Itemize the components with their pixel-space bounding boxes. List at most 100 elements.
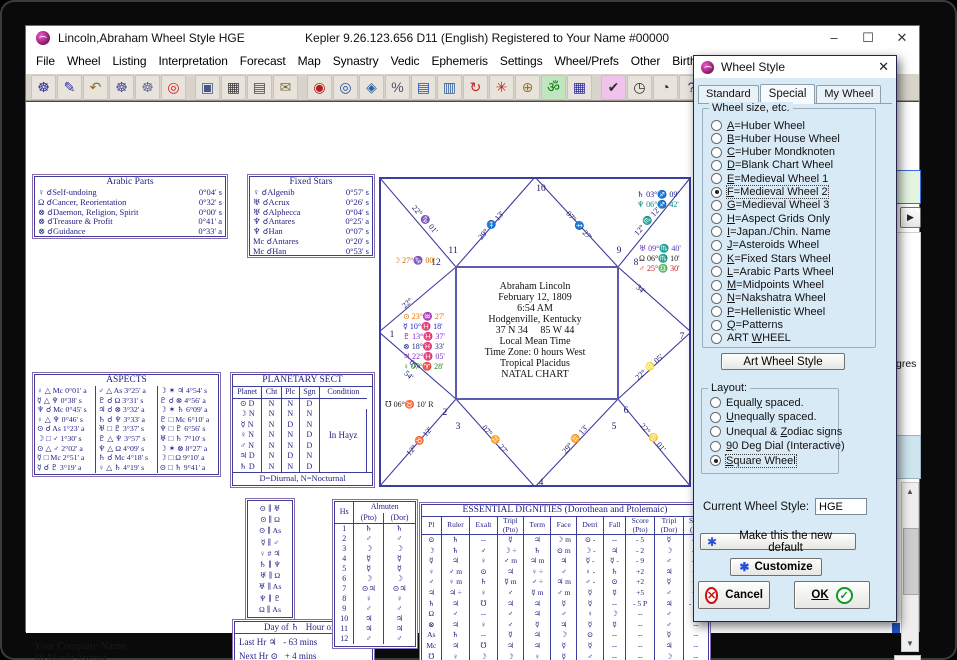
current-wheel-style-input[interactable] xyxy=(815,498,867,515)
dialog-close-icon[interactable]: ✕ xyxy=(878,59,889,75)
list-panel-fragment: gres xyxy=(894,232,921,457)
layout-group: Layout: Equally spaced.Unequally spaced.… xyxy=(701,388,839,474)
maximize-button[interactable]: ☐ xyxy=(851,27,885,49)
selection-fragment xyxy=(892,623,900,633)
svg-text:Hodgenville, Kentucky: Hodgenville, Kentucky xyxy=(488,314,581,325)
radio-option-l-arabic-parts-wheel[interactable]: L=Arabic Parts Wheel xyxy=(711,265,834,278)
clock-wheel-icon[interactable]: ◔ xyxy=(653,75,678,100)
target-wheel-icon[interactable]: ◎ xyxy=(161,75,186,100)
radio-option-art-wheel[interactable]: ART WHEEL xyxy=(711,332,791,345)
menu-item-file[interactable]: File xyxy=(30,51,61,71)
cancel-button[interactable]: ✕Cancel xyxy=(698,581,770,609)
tab-standard[interactable]: Standard xyxy=(698,85,759,103)
art-wheel-style-button[interactable]: Art Wheel Style xyxy=(721,353,845,370)
radio-option-a-huber-wheel[interactable]: A=Huber Wheel xyxy=(711,119,805,132)
svg-text:3: 3 xyxy=(456,422,461,432)
menu-item-other[interactable]: Other xyxy=(625,51,667,71)
svg-text:℧ 06°♉ 10' R: ℧ 06°♉ 10' R xyxy=(385,399,434,409)
radio-option-j-asteroids-wheel[interactable]: J=Asteroids Wheel xyxy=(711,239,819,252)
chart-window-icon[interactable]: ▣ xyxy=(195,75,220,100)
radio-option-unequally-spaced[interactable]: Unequally spaced. xyxy=(710,411,817,424)
refresh-icon[interactable]: ↻ xyxy=(463,75,488,100)
svg-text:1: 1 xyxy=(390,330,395,340)
minimize-button[interactable]: – xyxy=(817,27,851,49)
close-button[interactable]: ✕ xyxy=(885,27,919,49)
svg-text:Local Mean Time: Local Mean Time xyxy=(499,336,571,347)
copy-pages-icon[interactable]: ▥ xyxy=(437,75,462,100)
radio-option-h-aspect-grids-only[interactable]: H=Aspect Grids Only xyxy=(711,212,830,225)
radio-option-square-wheel[interactable]: Square Wheel xyxy=(710,454,796,467)
svg-text:Time Zone: 0 hours West: Time Zone: 0 hours West xyxy=(485,347,586,358)
wheel-undo-icon[interactable]: ↶ xyxy=(83,75,108,100)
menu-item-wheelprefs[interactable]: Wheel/Prefs xyxy=(548,51,624,71)
radio-option-e-medieval-wheel-1[interactable]: E=Medieval Wheel 1 xyxy=(711,172,828,185)
biwheel-icon[interactable]: ◈ xyxy=(359,75,384,100)
ok-button[interactable]: OK✓ xyxy=(794,581,870,609)
radio-option-c-huber-mondknoten[interactable]: C=Huber Mondknoten xyxy=(711,146,835,159)
ratio-icon[interactable]: % xyxy=(385,75,410,100)
check-icon[interactable]: ✔ xyxy=(601,75,626,100)
svg-text:8: 8 xyxy=(634,258,639,268)
calendar-icon[interactable]: ▦ xyxy=(567,75,592,100)
radio-option-equally-spaced[interactable]: Equally spaced. xyxy=(710,396,804,409)
make-default-button[interactable]: ✱Make this the new default xyxy=(700,533,856,550)
radio-option-d-blank-chart-wheel[interactable]: D=Blank Chart Wheel xyxy=(711,159,833,172)
tab-my-wheel[interactable]: My Wheel xyxy=(816,85,881,103)
radio-option-q-patterns[interactable]: Q=Patterns xyxy=(711,319,783,332)
om-icon[interactable]: ॐ xyxy=(541,75,566,100)
menu-item-forecast[interactable]: Forecast xyxy=(234,51,292,71)
menu-item-synastry[interactable]: Synastry xyxy=(327,51,385,71)
wheel-target-icon[interactable]: ◎ xyxy=(333,75,358,100)
wheel-new-icon[interactable]: ☸ xyxy=(31,75,56,100)
svg-text:Tropical Placidus: Tropical Placidus xyxy=(500,358,570,369)
gift-wheel-icon[interactable]: ⊕ xyxy=(515,75,540,100)
wheel-pick-icon[interactable]: ☸ xyxy=(109,75,134,100)
clock-icon[interactable]: ◷ xyxy=(627,75,652,100)
panel-fragment xyxy=(896,435,921,479)
window-title: Lincoln,Abraham Wheel Style HGE xyxy=(58,31,245,45)
radio-option-g-medieval-wheel-3[interactable]: G=Medieval Wheel 3 xyxy=(711,199,829,212)
planetary-sect-title: PLANETARY SECT xyxy=(233,375,372,387)
svg-text:22°: 22° xyxy=(400,296,414,310)
radio-option-f-medieval-wheel-2[interactable]: F=Medieval Wheel 2 xyxy=(711,186,828,199)
radio-option-unequal-zodiac-signs[interactable]: Unequal & Zodiac signs xyxy=(710,425,842,438)
radio-option-m-midpoints-wheel[interactable]: M=Midpoints Wheel xyxy=(711,279,824,292)
scroll-down-arrow[interactable]: ▼ xyxy=(902,635,918,651)
radio-option-p-hellenistic-wheel[interactable]: P=Hellenistic Wheel xyxy=(711,305,825,318)
menu-item-vedic[interactable]: Vedic xyxy=(385,51,426,71)
asterisk-icon: ✱ xyxy=(739,560,749,574)
menu-item-ephemeris[interactable]: Ephemeris xyxy=(425,51,493,71)
menu-item-map[interactable]: Map xyxy=(292,51,327,71)
menu-item-wheel[interactable]: Wheel xyxy=(61,51,107,71)
starburst-icon[interactable]: ✳ xyxy=(489,75,514,100)
aspects-title: ASPECTS xyxy=(35,375,218,386)
wheel-red-icon[interactable]: ◉ xyxy=(307,75,332,100)
menu-item-interpretation[interactable]: Interpretation xyxy=(152,51,233,71)
wheel-view-icon[interactable]: ☸ xyxy=(135,75,160,100)
svg-text:February 12, 1809: February 12, 1809 xyxy=(498,292,572,303)
tab-special[interactable]: Special xyxy=(760,84,816,104)
svg-text:♂ 25°♎ 30': ♂ 25°♎ 30' xyxy=(639,263,680,273)
radio-option-i-japan-chin-name[interactable]: I=Japan./Chin. Name xyxy=(711,225,831,238)
mail-icon[interactable]: ✉ xyxy=(273,75,298,100)
wheel-edit-icon[interactable]: ✎ xyxy=(57,75,82,100)
menu-item-settings[interactable]: Settings xyxy=(494,51,549,71)
scrollbar-thumb[interactable] xyxy=(903,528,919,595)
save-icon[interactable]: ▦ xyxy=(221,75,246,100)
window-controls: – ☐ ✕ xyxy=(817,27,919,49)
expand-arrow-button[interactable]: ▶ xyxy=(900,207,921,228)
print-icon[interactable]: ▤ xyxy=(247,75,272,100)
screen: Lincoln,Abraham Wheel Style HGE Kepler 9… xyxy=(0,0,957,660)
listing-icon[interactable]: ▤ xyxy=(411,75,436,100)
customize-button[interactable]: ✱Customize xyxy=(730,558,822,576)
scroll-up-arrow[interactable]: ▲ xyxy=(902,483,918,499)
vertical-scrollbar[interactable]: ▲ ▼ xyxy=(901,482,919,652)
radio-option-b-huber-house-wheel[interactable]: B=Huber House Wheel xyxy=(711,132,840,145)
radio-option-90-deg-dial-interactive[interactable]: 90 Deg Dial (Interactive) xyxy=(710,440,845,453)
menu-item-listing[interactable]: Listing xyxy=(106,51,152,71)
list-item: Ω ☌ Cancer, Reorientation0°32' s xyxy=(35,198,225,208)
radio-option-k-fixed-stars-wheel[interactable]: K=Fixed Stars Wheel xyxy=(711,252,831,265)
svg-text:Abraham Lincoln: Abraham Lincoln xyxy=(500,281,571,292)
svg-text:6:54 AM: 6:54 AM xyxy=(517,303,553,314)
radio-option-n-nakshatra-wheel[interactable]: N=Nakshatra Wheel xyxy=(711,292,826,305)
